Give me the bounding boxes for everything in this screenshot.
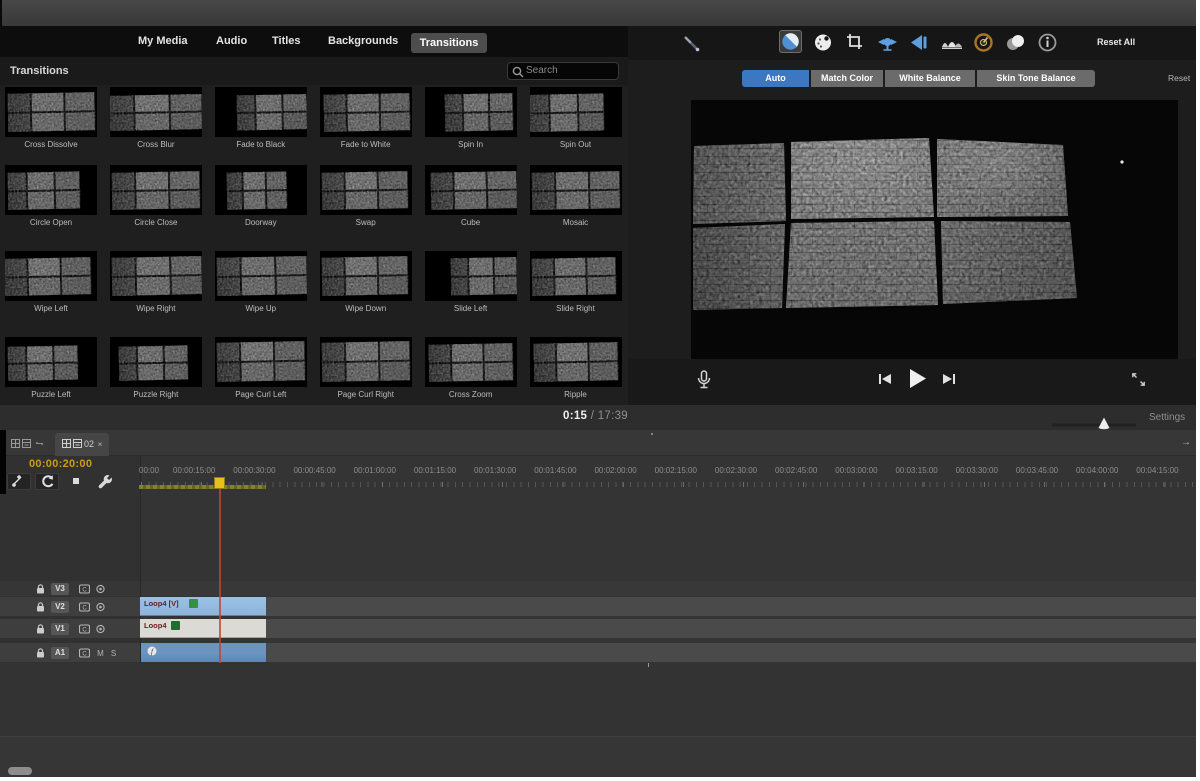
svg-text:S: S [111, 649, 116, 658]
svg-text:C: C [82, 651, 87, 657]
svg-text:C: C [82, 587, 87, 593]
svg-text:M: M [97, 649, 104, 658]
svg-text:C: C [82, 605, 87, 611]
svg-text:×: × [98, 439, 103, 449]
svg-text:C: C [82, 627, 87, 633]
svg-text:02: 02 [84, 439, 94, 449]
